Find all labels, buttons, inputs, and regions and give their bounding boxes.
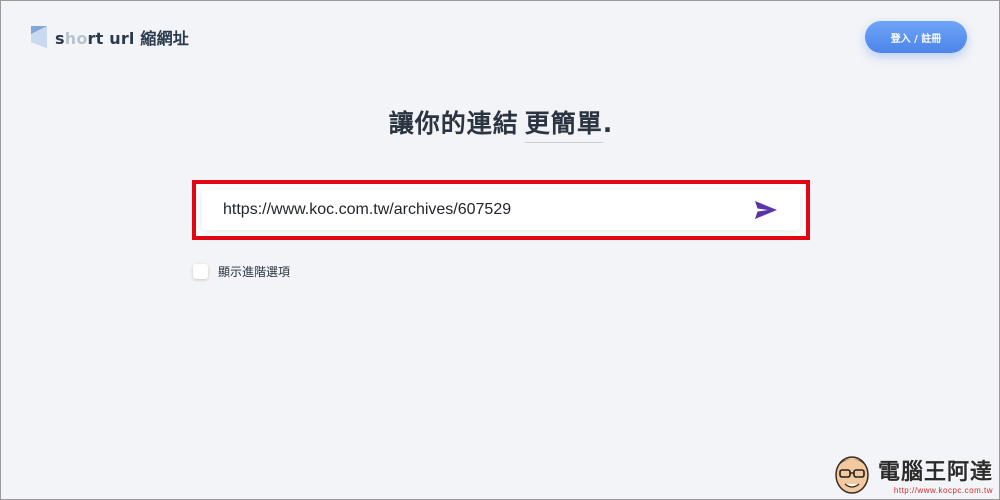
login-register-button[interactable]: 登入 / 註冊 — [865, 21, 967, 53]
url-shortener-form — [192, 180, 810, 240]
url-input-wrapper — [202, 190, 800, 230]
long-url-input[interactable] — [202, 190, 746, 230]
watermark: 電腦王阿達 http://www.kocpc.com.tw — [832, 451, 993, 495]
shorten-submit-button[interactable] — [746, 190, 786, 230]
send-arrow-icon — [755, 201, 777, 219]
logo-text: short url 縮網址 — [55, 29, 189, 48]
advanced-options-label: 顯示進階選項 — [218, 265, 291, 279]
logo-mark-icon — [31, 26, 47, 48]
watermark-texts: 電腦王阿達 http://www.kocpc.com.tw — [878, 460, 993, 495]
headline-period: . — [602, 109, 614, 138]
watermark-url: http://www.kocpc.com.tw — [893, 486, 993, 495]
site-logo[interactable]: short url 縮網址 — [31, 25, 189, 49]
headline-main: 讓你的連結 — [388, 109, 519, 138]
mascot-face-icon — [835, 456, 869, 494]
headline-emphasis: 更簡單 — [524, 104, 603, 143]
page-headline: 讓你的連結 更簡單. — [1, 104, 1000, 143]
advanced-options-toggle[interactable]: 顯示進階選項 — [193, 263, 290, 280]
advanced-options-checkbox[interactable] — [193, 264, 208, 279]
watermark-title: 電腦王阿達 — [877, 460, 993, 485]
